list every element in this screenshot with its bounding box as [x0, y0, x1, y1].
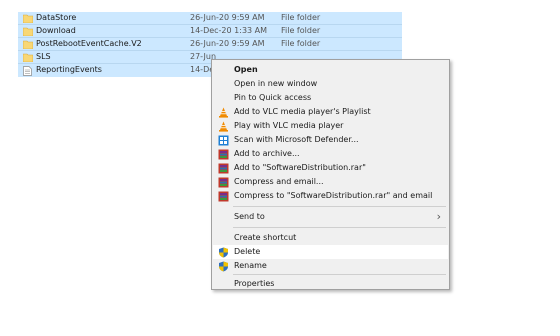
menu-item-label: Add to "SoftwareDistribution.rar" [234, 163, 366, 172]
menu-item-compress-rar-email[interactable]: Compress to "SoftwareDistribution.rar" a… [213, 189, 448, 203]
folder-icon [23, 14, 33, 23]
menu-item-label: Delete [234, 247, 261, 256]
menu-item-label: Pin to Quick access [234, 93, 312, 102]
menu-separator [233, 227, 446, 228]
folder-icon [23, 27, 33, 36]
menu-item-label: Scan with Microsoft Defender... [234, 135, 359, 144]
defender-icon [218, 135, 229, 146]
file-date: 26-Jun-20 9:59 AM [190, 39, 265, 48]
file-type: File folder [281, 39, 321, 48]
menu-item-label: Open [234, 65, 258, 74]
vlc-cone-icon [219, 107, 228, 118]
menu-item-label: Add to archive... [234, 149, 300, 158]
menu-item-vlc-play[interactable]: Play with VLC media player [213, 119, 448, 133]
file-name: Download [36, 26, 76, 35]
menu-item-label: Compress to "SoftwareDistribution.rar" a… [234, 191, 433, 200]
menu-item-open-new-window[interactable]: Open in new window [213, 77, 448, 91]
winrar-icon [218, 163, 229, 174]
menu-item-label: Open in new window [234, 79, 318, 88]
winrar-icon [218, 191, 229, 202]
winrar-icon [218, 177, 229, 188]
file-name: SLS [36, 52, 51, 61]
winrar-icon [218, 149, 229, 160]
menu-item-delete[interactable]: Delete [213, 245, 448, 259]
uac-shield-icon [219, 261, 228, 272]
menu-item-defender-scan[interactable]: Scan with Microsoft Defender... [213, 133, 448, 147]
menu-item-label: Rename [234, 261, 267, 270]
folder-icon [23, 40, 33, 49]
menu-item-add-rar[interactable]: Add to "SoftwareDistribution.rar" [213, 161, 448, 175]
menu-item-open[interactable]: Open [213, 63, 448, 77]
file-date: 26-Jun-20 9:59 AM [190, 13, 265, 22]
uac-shield-icon [219, 247, 228, 258]
menu-item-label: Properties [234, 279, 275, 288]
text-file-icon [23, 66, 32, 76]
file-row-download[interactable]: Download 14-Dec-20 1:33 AM File folder [18, 25, 402, 38]
menu-item-add-archive[interactable]: Add to archive... [213, 147, 448, 161]
menu-item-label: Play with VLC media player [234, 121, 344, 130]
menu-item-label: Compress and email... [234, 177, 324, 186]
chevron-right-icon: › [436, 210, 441, 223]
file-date: 14-Dec-20 1:33 AM [190, 26, 268, 35]
menu-separator [233, 206, 446, 207]
menu-item-properties[interactable]: Properties [213, 277, 448, 291]
menu-item-vlc-playlist[interactable]: Add to VLC media player's Playlist [213, 105, 448, 119]
menu-item-label: Create shortcut [234, 233, 297, 242]
menu-item-send-to[interactable]: Send to › [213, 210, 448, 224]
vlc-cone-icon [219, 121, 228, 132]
menu-item-compress-email[interactable]: Compress and email... [213, 175, 448, 189]
menu-item-create-shortcut[interactable]: Create shortcut [213, 231, 448, 245]
file-name: DataStore [36, 13, 77, 22]
folder-icon [23, 53, 33, 62]
context-menu: Open Open in new window Pin to Quick acc… [211, 59, 450, 290]
menu-separator [233, 274, 446, 275]
file-type: File folder [281, 13, 321, 22]
explorer-window: DataStore 26-Jun-20 9:59 AM File folder … [0, 0, 560, 336]
menu-item-label: Add to VLC media player's Playlist [234, 107, 371, 116]
file-type: File folder [281, 26, 321, 35]
menu-item-label: Send to [234, 212, 265, 221]
file-row-postrebooteventcache[interactable]: PostRebootEventCache.V2 26-Jun-20 9:59 A… [18, 38, 402, 51]
file-name: ReportingEvents [36, 65, 102, 74]
menu-item-pin-quick-access[interactable]: Pin to Quick access [213, 91, 448, 105]
menu-item-rename[interactable]: Rename [213, 259, 448, 273]
file-row-datastore[interactable]: DataStore 26-Jun-20 9:59 AM File folder [18, 12, 402, 25]
file-name: PostRebootEventCache.V2 [36, 39, 142, 48]
